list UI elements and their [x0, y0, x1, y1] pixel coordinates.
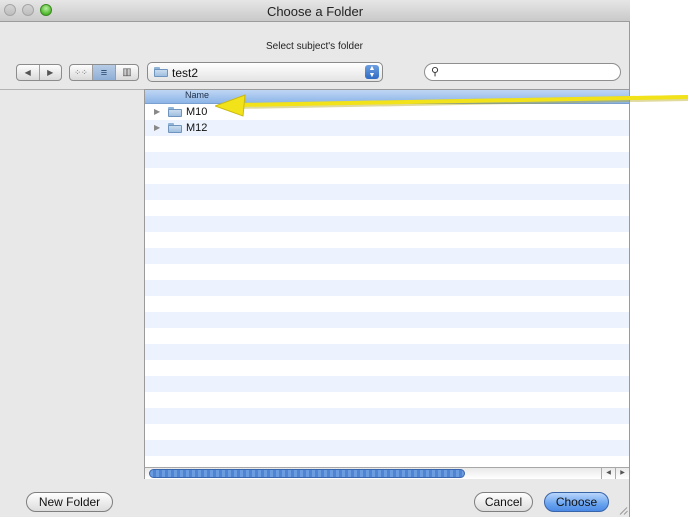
- forward-button[interactable]: ▶: [40, 65, 62, 80]
- cancel-button[interactable]: Cancel: [474, 492, 533, 512]
- name-column-header[interactable]: Name: [145, 90, 629, 104]
- search-input[interactable]: [445, 65, 615, 79]
- location-popup[interactable]: test2 ▲ ▼: [147, 62, 383, 82]
- scroll-left-icon[interactable]: ◀: [601, 468, 615, 479]
- name-column-header-label: Name: [185, 90, 210, 100]
- location-label: test2: [172, 66, 199, 80]
- new-folder-button[interactable]: New Folder: [26, 492, 113, 512]
- choose-button[interactable]: Choose: [544, 492, 609, 512]
- folder-icon: [154, 67, 168, 77]
- title-bar[interactable]: Choose a Folder: [0, 0, 630, 22]
- sidebar: [0, 89, 144, 478]
- list-item-label: M10: [186, 106, 208, 118]
- right-triangle-icon: ▶: [47, 68, 54, 77]
- horizontal-scrollbar[interactable]: ◀ ▶: [144, 467, 629, 479]
- window-title: Choose a Folder: [266, 4, 364, 19]
- folder-icon: [168, 123, 182, 133]
- list-item-label: M12: [186, 122, 208, 134]
- left-triangle-icon: ◀: [24, 68, 31, 77]
- folder-icon: [168, 107, 182, 117]
- dialog-prompt: Select subject's folder: [266, 41, 363, 52]
- icon-view-button[interactable]: ⁘⁘: [70, 65, 93, 80]
- file-list: Name ▶ M10 ▶ M12: [144, 89, 629, 467]
- list-view-icon: ≡: [100, 66, 108, 79]
- scroll-arrows: ◀ ▶: [601, 468, 629, 479]
- icon-view-icon: ⁘⁘: [74, 68, 88, 77]
- list-view-button[interactable]: ≡: [93, 65, 116, 80]
- view-mode-selector: ⁘⁘ ≡ ▥: [69, 64, 139, 81]
- list-item[interactable]: ▶ M10: [145, 104, 629, 120]
- choose-folder-dialog: Choose a Folder Select subject's folder …: [0, 0, 630, 517]
- popup-stepper-icon: ▲ ▼: [365, 65, 379, 79]
- back-button[interactable]: ◀: [17, 65, 40, 80]
- column-view-icon: ▥: [122, 67, 132, 78]
- resize-grip-icon[interactable]: [618, 505, 628, 515]
- column-view-button[interactable]: ▥: [116, 65, 138, 80]
- disclosure-triangle-icon[interactable]: ▶: [154, 123, 160, 132]
- search-field[interactable]: ⚲: [424, 63, 621, 81]
- scroll-right-icon[interactable]: ▶: [615, 468, 629, 479]
- search-icon: ⚲: [431, 66, 440, 78]
- list-item[interactable]: ▶ M12: [145, 120, 629, 136]
- disclosure-triangle-icon[interactable]: ▶: [154, 107, 160, 116]
- navigation-buttons: ◀ ▶: [16, 64, 62, 81]
- scrollbar-thumb[interactable]: [149, 469, 465, 478]
